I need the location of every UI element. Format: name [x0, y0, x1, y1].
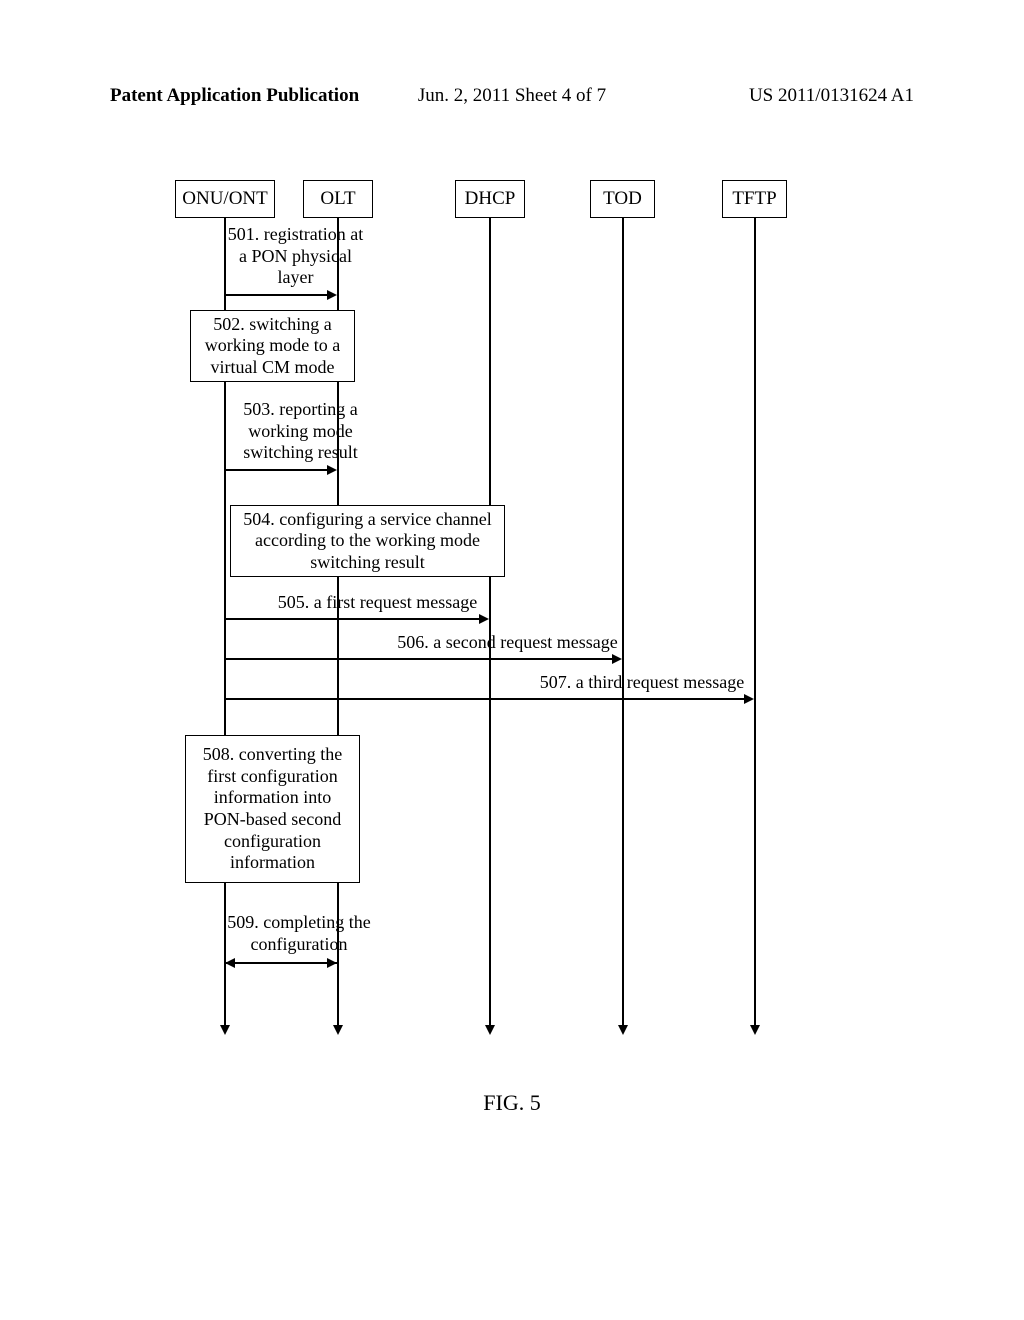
arrow-right-icon: [327, 290, 337, 300]
arrow-right-icon: [744, 694, 754, 704]
message-text: 506. a second request message: [397, 632, 617, 652]
lifeline-end-icon: [750, 1025, 760, 1035]
participant-tftp: TFTP: [722, 180, 787, 218]
arrow-right-icon: [327, 958, 337, 968]
activity-text: 508. converting the first configuration …: [194, 744, 351, 874]
message-509-label: 509. completing the configuration: [219, 912, 379, 955]
arrow-right-icon: [479, 614, 489, 624]
activity-508: 508. converting the first configuration …: [185, 735, 360, 883]
arrow-left-icon: [225, 958, 235, 968]
message-arrow: [225, 658, 613, 660]
message-506-label: 506. a second request message: [385, 632, 630, 654]
participant-dhcp: DHCP: [455, 180, 525, 218]
message-arrow: [225, 698, 745, 700]
page-header: Patent Application Publication Jun. 2, 2…: [0, 85, 1024, 107]
arrow-right-icon: [327, 465, 337, 475]
message-505-label: 505. a first request message: [265, 592, 490, 614]
message-text: 503. reporting a working mode switching …: [243, 399, 358, 462]
lifeline-tftp: [754, 218, 756, 1028]
lifeline-end-icon: [333, 1025, 343, 1035]
message-text: 509. completing the configuration: [227, 912, 370, 954]
participant-tod: TOD: [590, 180, 655, 218]
figure-label-text: FIG. 5: [483, 1090, 540, 1115]
lifeline-end-icon: [618, 1025, 628, 1035]
message-arrow: [225, 618, 480, 620]
message-503-label: 503. reporting a working mode switching …: [223, 399, 378, 464]
lifeline-tod: [622, 218, 624, 1028]
message-text: 501. registration at a PON physical laye…: [228, 224, 363, 287]
activity-text: 504. configuring a service channel accor…: [239, 509, 496, 574]
message-arrow: [225, 469, 328, 471]
message-501-label: 501. registration at a PON physical laye…: [223, 224, 368, 289]
participant-onu-ont: ONU/ONT: [175, 180, 275, 218]
participant-label: DHCP: [465, 188, 516, 210]
participant-label: TOD: [603, 188, 642, 210]
activity-text: 502. switching a working mode to a virtu…: [199, 314, 346, 379]
lifeline-end-icon: [220, 1025, 230, 1035]
header-left: Patent Application Publication: [110, 85, 359, 107]
header-center: Jun. 2, 2011 Sheet 4 of 7: [418, 85, 606, 107]
message-507-label: 507. a third request message: [527, 672, 757, 694]
arrow-right-icon: [612, 654, 622, 664]
participant-label: OLT: [320, 188, 355, 210]
message-text: 505. a first request message: [278, 592, 477, 612]
figure-label: FIG. 5: [483, 1090, 540, 1116]
message-arrow: [225, 294, 328, 296]
lifeline-end-icon: [485, 1025, 495, 1035]
participant-olt: OLT: [303, 180, 373, 218]
activity-502: 502. switching a working mode to a virtu…: [190, 310, 355, 382]
participant-label: TFTP: [732, 188, 776, 210]
message-text: 507. a third request message: [540, 672, 744, 692]
header-right: US 2011/0131624 A1: [749, 85, 914, 107]
sequence-diagram: ONU/ONT OLT DHCP TOD TFTP 501. registrat…: [175, 180, 795, 1050]
lifeline-dhcp: [489, 218, 491, 1028]
message-arrow: [225, 962, 337, 964]
activity-504: 504. configuring a service channel accor…: [230, 505, 505, 577]
participant-label: ONU/ONT: [182, 188, 268, 210]
